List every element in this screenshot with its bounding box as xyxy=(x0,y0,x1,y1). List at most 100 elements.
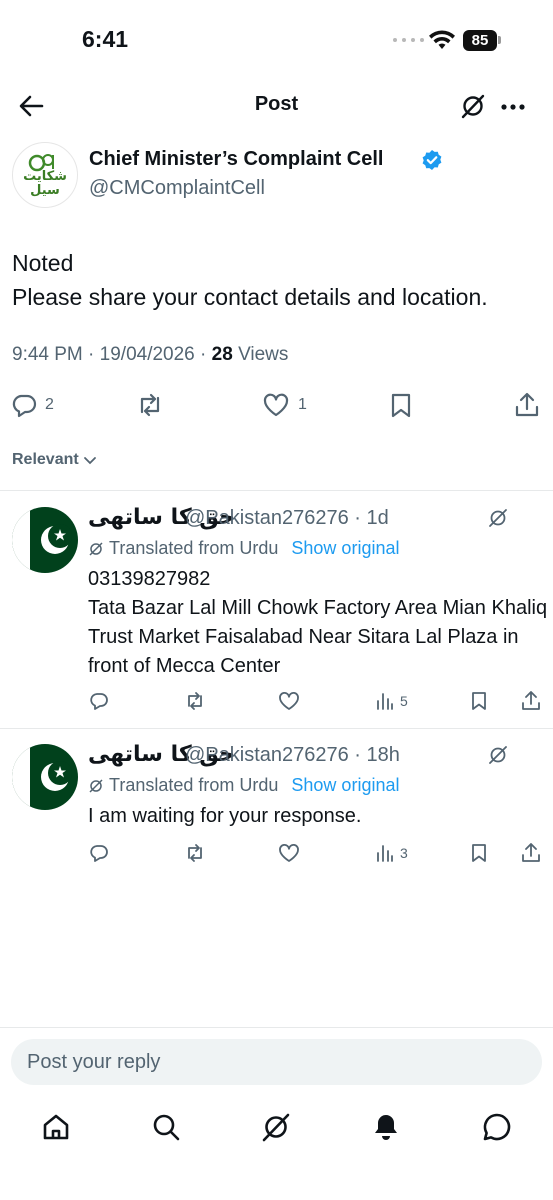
avatar-logo-text-top: شکایت xyxy=(23,169,67,184)
translated-label: Translated from Urdu xyxy=(109,538,279,558)
reply-icon xyxy=(90,693,108,710)
bookmark-icon xyxy=(391,393,411,418)
reply-handle[interactable]: @Pakistan276276 xyxy=(185,744,349,766)
grok-button[interactable] xyxy=(460,93,486,119)
avatar-logo-text-bottom: سیل xyxy=(30,183,60,198)
repost-button[interactable] xyxy=(136,392,164,418)
bookmark-icon xyxy=(472,692,486,710)
translate-icon xyxy=(89,778,103,793)
divider xyxy=(0,1027,553,1028)
bookmark-button[interactable] xyxy=(470,843,488,863)
share-button[interactable] xyxy=(514,392,540,418)
heart-icon xyxy=(279,691,299,710)
search-icon xyxy=(153,1114,180,1141)
analytics-icon xyxy=(377,845,393,862)
reply-text: I am waiting for your response. xyxy=(88,805,362,827)
share-icon xyxy=(522,843,540,862)
reply-button[interactable]: 2 xyxy=(11,392,54,418)
post-meta: 9:44 PM · 19/04/2026 · 28 Views xyxy=(12,344,289,365)
views-button[interactable]: 5 xyxy=(375,691,408,711)
grok-icon xyxy=(461,94,485,119)
home-icon xyxy=(43,1114,69,1140)
sort-label: Relevant xyxy=(12,451,79,468)
chat-bubble-icon xyxy=(483,1113,511,1141)
more-options-button[interactable] xyxy=(500,94,526,120)
chevron-down-icon xyxy=(83,457,96,465)
translation-note: Translated from Urdu Show original xyxy=(88,775,399,796)
like-button[interactable] xyxy=(278,843,300,863)
reply-views: 3 xyxy=(400,845,408,861)
grok-icon xyxy=(489,509,507,527)
reply-avatar[interactable] xyxy=(12,744,78,810)
views-button[interactable]: 3 xyxy=(375,843,408,863)
translation-note: Translated from Urdu Show original xyxy=(88,538,399,559)
nav-home[interactable] xyxy=(41,1112,71,1142)
pakistan-flag-avatar xyxy=(12,507,78,573)
nav-notifications[interactable] xyxy=(371,1112,401,1142)
share-icon xyxy=(522,691,540,710)
pakistan-flag-avatar xyxy=(12,744,78,810)
author-handle[interactable]: @CMComplaintCell xyxy=(89,177,265,200)
reply-meta: @Pakistan276276 · 18h xyxy=(185,744,400,766)
status-time: 6:41 xyxy=(82,26,129,52)
reply-button[interactable] xyxy=(89,843,109,863)
grok-icon xyxy=(262,1113,290,1142)
bell-icon xyxy=(375,1115,397,1140)
share-button[interactable] xyxy=(521,843,541,863)
bookmark-button[interactable] xyxy=(389,392,413,418)
reply-handle[interactable]: @Pakistan276276 xyxy=(185,507,349,529)
reply-avatar[interactable] xyxy=(12,507,78,573)
translate-icon xyxy=(89,541,103,556)
reply-time: 1d xyxy=(366,507,389,529)
back-button[interactable] xyxy=(18,93,44,119)
views-label: Views xyxy=(238,344,289,365)
reply-input[interactable] xyxy=(11,1039,533,1085)
show-original-link[interactable]: Show original xyxy=(291,775,399,796)
share-icon xyxy=(515,392,539,417)
reply-icon xyxy=(12,394,37,418)
heart-icon xyxy=(263,393,289,417)
bookmark-button[interactable] xyxy=(470,691,488,711)
share-button[interactable] xyxy=(521,691,541,711)
reply-views: 5 xyxy=(400,693,408,709)
views-count: 28 xyxy=(211,344,233,365)
like-button[interactable] xyxy=(278,691,300,711)
more-dots-icon xyxy=(501,104,525,110)
post-date: 19/04/2026 xyxy=(99,344,195,365)
nav-grok[interactable] xyxy=(261,1112,291,1142)
reply-meta: @Pakistan276276 · 1d xyxy=(185,507,389,529)
grok-icon xyxy=(489,746,507,764)
repost-button[interactable] xyxy=(184,843,206,863)
grok-button[interactable] xyxy=(488,745,508,765)
bookmark-icon xyxy=(472,844,486,862)
repost-icon xyxy=(140,393,160,417)
author-name[interactable]: Chief Minister’s Complaint Cell xyxy=(89,148,383,171)
post-text: Noted Please share your contact details … xyxy=(12,250,488,310)
divider xyxy=(0,728,553,729)
post-time: 9:44 PM xyxy=(12,344,83,365)
reply-composer[interactable] xyxy=(11,1039,542,1085)
divider xyxy=(0,490,553,491)
like-button[interactable]: 1 xyxy=(262,392,307,418)
repost-icon xyxy=(188,692,202,710)
cellular-signal-icon xyxy=(393,38,424,42)
sort-dropdown[interactable]: Relevant xyxy=(12,451,97,469)
grok-button[interactable] xyxy=(488,508,508,528)
reply-count: 2 xyxy=(45,396,54,413)
nav-messages[interactable] xyxy=(482,1112,512,1142)
author-avatar[interactable]: شکایت سیل xyxy=(12,142,78,208)
reply-button[interactable] xyxy=(89,691,109,711)
heart-icon xyxy=(279,843,299,862)
nav-search[interactable] xyxy=(151,1112,181,1142)
reply-icon xyxy=(90,845,108,862)
repost-button[interactable] xyxy=(184,691,206,711)
battery-tip xyxy=(498,36,501,44)
repost-icon xyxy=(188,844,202,862)
reply-time: 18h xyxy=(366,744,400,766)
wifi-icon xyxy=(428,29,456,51)
show-original-link[interactable]: Show original xyxy=(291,538,399,559)
arrow-left-icon xyxy=(19,95,44,117)
reply-text: 03139827982 Tata Bazar Lal Mill Chowk Fa… xyxy=(88,568,548,677)
battery-indicator: 85 xyxy=(463,30,497,51)
like-count: 1 xyxy=(298,396,307,413)
